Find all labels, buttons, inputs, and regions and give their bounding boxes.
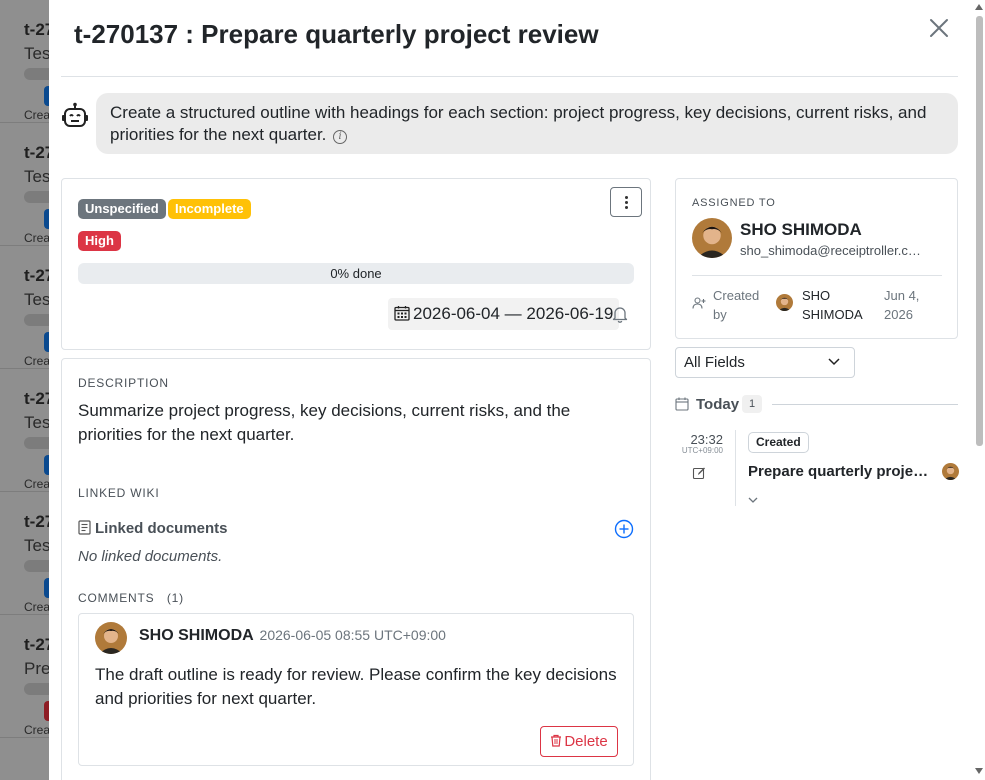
modal-title: t-270137 : Prepare quarterly project rev… xyxy=(74,19,599,49)
comment-text: The draft outline is ready for review. P… xyxy=(95,665,617,708)
assignee-avatar xyxy=(692,218,732,258)
linked-wiki-label: LINKED WIKI xyxy=(78,486,160,500)
scrollbar[interactable] xyxy=(973,0,985,780)
close-icon[interactable] xyxy=(927,16,951,40)
no-linked-documents: No linked documents. xyxy=(78,548,223,565)
scroll-down-arrow[interactable] xyxy=(975,768,983,774)
comment-author: SHO SHIMODA 2026-06-05 08:55 UTC+09:00 xyxy=(139,627,446,644)
background-created: Crea xyxy=(24,354,51,368)
comment-item: SHO SHIMODA 2026-06-05 08:55 UTC+09:00 T… xyxy=(78,613,634,766)
add-linked-document-icon[interactable] xyxy=(614,519,634,539)
created-date: Jun 4, 2026 xyxy=(884,288,920,322)
creator-name: SHO SHIMODA xyxy=(802,288,863,322)
fields-filter-value: All Fields xyxy=(684,354,745,371)
task-detail-modal: t-270137 : Prepare quarterly project rev… xyxy=(49,0,985,780)
date-range-text: 2026-06-04 — 2026-06-19 xyxy=(413,304,614,323)
creator-avatar xyxy=(776,294,793,311)
avatar xyxy=(95,622,127,654)
comments-count: (1) xyxy=(166,591,184,605)
more-options-button[interactable] xyxy=(610,187,642,217)
progress-bar: 0% done xyxy=(78,263,634,284)
edit-icon xyxy=(692,466,706,480)
description-label: DESCRIPTION xyxy=(78,376,169,390)
divider xyxy=(772,404,958,405)
created-by-label: Created by xyxy=(713,288,760,322)
background-task-title: Tes xyxy=(24,413,51,432)
status-card: Unspecified Incomplete High 0% done 2026… xyxy=(61,178,651,350)
timeline-timezone: UTC+09:00 xyxy=(681,446,723,455)
details-card: DESCRIPTION Summarize project progress, … xyxy=(61,358,651,780)
linked-documents-label: Linked documents xyxy=(95,520,228,537)
timeline-time: 23:32 xyxy=(690,432,723,447)
assignee-email: sho_shimoda@receiptroller.com xyxy=(740,243,922,258)
timeline-entry-title[interactable]: Prepare quarterly project review xyxy=(748,463,933,480)
scroll-up-arrow[interactable] xyxy=(975,4,983,10)
background-task-title: Tes xyxy=(24,167,51,186)
ai-prompt-text: Create a structured outline with heading… xyxy=(110,103,927,144)
linked-documents-heading: Linked documents xyxy=(78,520,228,537)
divider xyxy=(692,275,942,276)
ai-prompt-bubble: Create a structured outline with heading… xyxy=(96,93,958,154)
background-task-title: Tes xyxy=(24,44,51,63)
category-badge[interactable]: Unspecified xyxy=(78,199,166,219)
trash-icon xyxy=(551,734,562,747)
comments-label: COMMENTS (1) xyxy=(78,591,184,605)
document-icon xyxy=(78,520,91,535)
background-created: Crea xyxy=(24,477,51,491)
background-task-title: Tes xyxy=(24,536,51,555)
robot-icon xyxy=(61,102,89,130)
fields-filter-select[interactable]: All Fields xyxy=(675,347,855,378)
status-badge[interactable]: Incomplete xyxy=(168,199,251,219)
background-task-title: Tes xyxy=(24,290,51,309)
info-icon[interactable]: i xyxy=(333,130,348,144)
assignee-card: ASSIGNED TO SHO SHIMODA sho_shimoda@rece… xyxy=(675,178,958,339)
chevron-down-icon xyxy=(828,358,840,366)
assignee-name[interactable]: SHO SHIMODA xyxy=(740,220,862,240)
timeline-group-count: 1 xyxy=(742,395,762,413)
background-task-title: Pre xyxy=(24,659,51,678)
scrollbar-thumb[interactable] xyxy=(976,16,983,446)
header-divider xyxy=(61,76,958,77)
comment-timestamp: 2026-06-05 08:55 UTC+09:00 xyxy=(259,627,446,643)
assigned-to-label: ASSIGNED TO xyxy=(692,197,776,209)
user-plus-icon xyxy=(692,296,706,310)
timeline-rail xyxy=(735,430,736,506)
calendar-icon xyxy=(394,306,410,321)
timeline-group-header: Today 1 xyxy=(675,394,958,416)
delete-comment-button[interactable]: Delete xyxy=(540,726,618,757)
timeline-avatar xyxy=(942,463,959,480)
chevron-down-icon[interactable] xyxy=(747,492,759,503)
date-range-button[interactable]: 2026-06-04 — 2026-06-19 xyxy=(388,298,620,330)
timeline-action-badge: Created xyxy=(748,432,809,453)
background-created: Crea xyxy=(24,723,51,737)
calendar-icon xyxy=(675,397,689,411)
background-created: Crea xyxy=(24,108,51,122)
background-created: Crea xyxy=(24,231,51,245)
timeline-group-label: Today xyxy=(696,396,740,413)
priority-badge[interactable]: High xyxy=(78,231,121,251)
background-created: Crea xyxy=(24,600,51,614)
bell-icon[interactable] xyxy=(612,305,628,323)
description-text[interactable]: Summarize project progress, key decision… xyxy=(78,399,638,447)
